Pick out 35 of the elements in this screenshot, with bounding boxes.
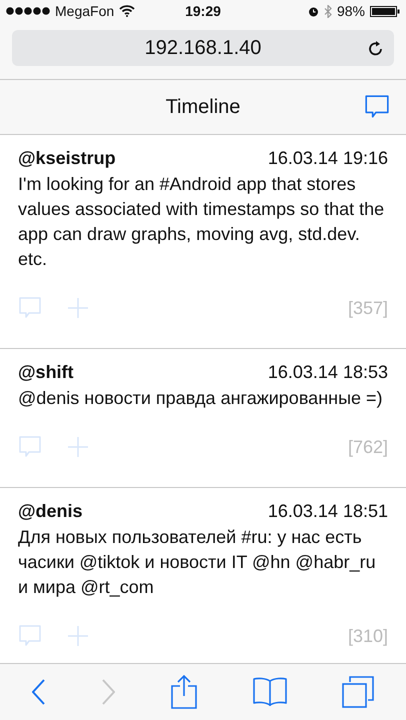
post-text: I'm looking for an #Android app that stores values associated with timestamps so that the app can draw graphs, moving avg, std.dev. etc.	[18, 173, 386, 271]
reply-icon[interactable]	[18, 624, 42, 648]
back-icon	[32, 679, 46, 705]
signal-icon	[6, 7, 50, 15]
plus-icon[interactable]	[68, 298, 88, 318]
plus-icon[interactable]	[68, 626, 88, 646]
reply-icon[interactable]	[18, 435, 42, 459]
address-field[interactable]: 192.168.1.40	[12, 30, 394, 66]
post-count: [762]	[348, 436, 388, 458]
post-count: [357]	[348, 298, 388, 318]
tabs-icon	[342, 676, 374, 708]
post-date: 16.03.14 18:53	[268, 361, 388, 384]
plus-icon[interactable]	[68, 437, 88, 457]
post-text: Для новых пользователей #ru: у нас есть часики @tiktok и новости IT @hn @habr_ru и мира @rt_com	[18, 526, 377, 599]
wifi-icon	[119, 5, 136, 17]
reply-icon[interactable]	[18, 296, 42, 320]
post-author[interactable]: @kseistrup	[18, 146, 116, 170]
compose-icon[interactable]	[364, 94, 390, 120]
forward-icon	[101, 679, 116, 705]
post-text: @denis новости правда ангажированные =)	[18, 387, 384, 410]
battery-percent: 98%	[336, 3, 365, 19]
bookmarks-icon	[252, 677, 287, 707]
post-date: 16.03.14 18:51	[268, 500, 388, 523]
page-title: Timeline	[166, 96, 240, 118]
post-author[interactable]: @shift	[18, 360, 74, 384]
post-author[interactable]: @denis	[18, 499, 83, 523]
post-date: 16.03.14 19:16	[268, 147, 388, 170]
share-icon	[170, 675, 197, 709]
carrier-name: MegaFon	[55, 3, 114, 19]
bluetooth-icon	[324, 4, 332, 18]
battery-icon	[370, 6, 400, 16]
alarm-icon	[308, 6, 319, 16]
post-count: [310]	[348, 626, 388, 646]
clock-time: 19:29	[185, 3, 221, 19]
reload-icon[interactable]	[368, 40, 384, 57]
